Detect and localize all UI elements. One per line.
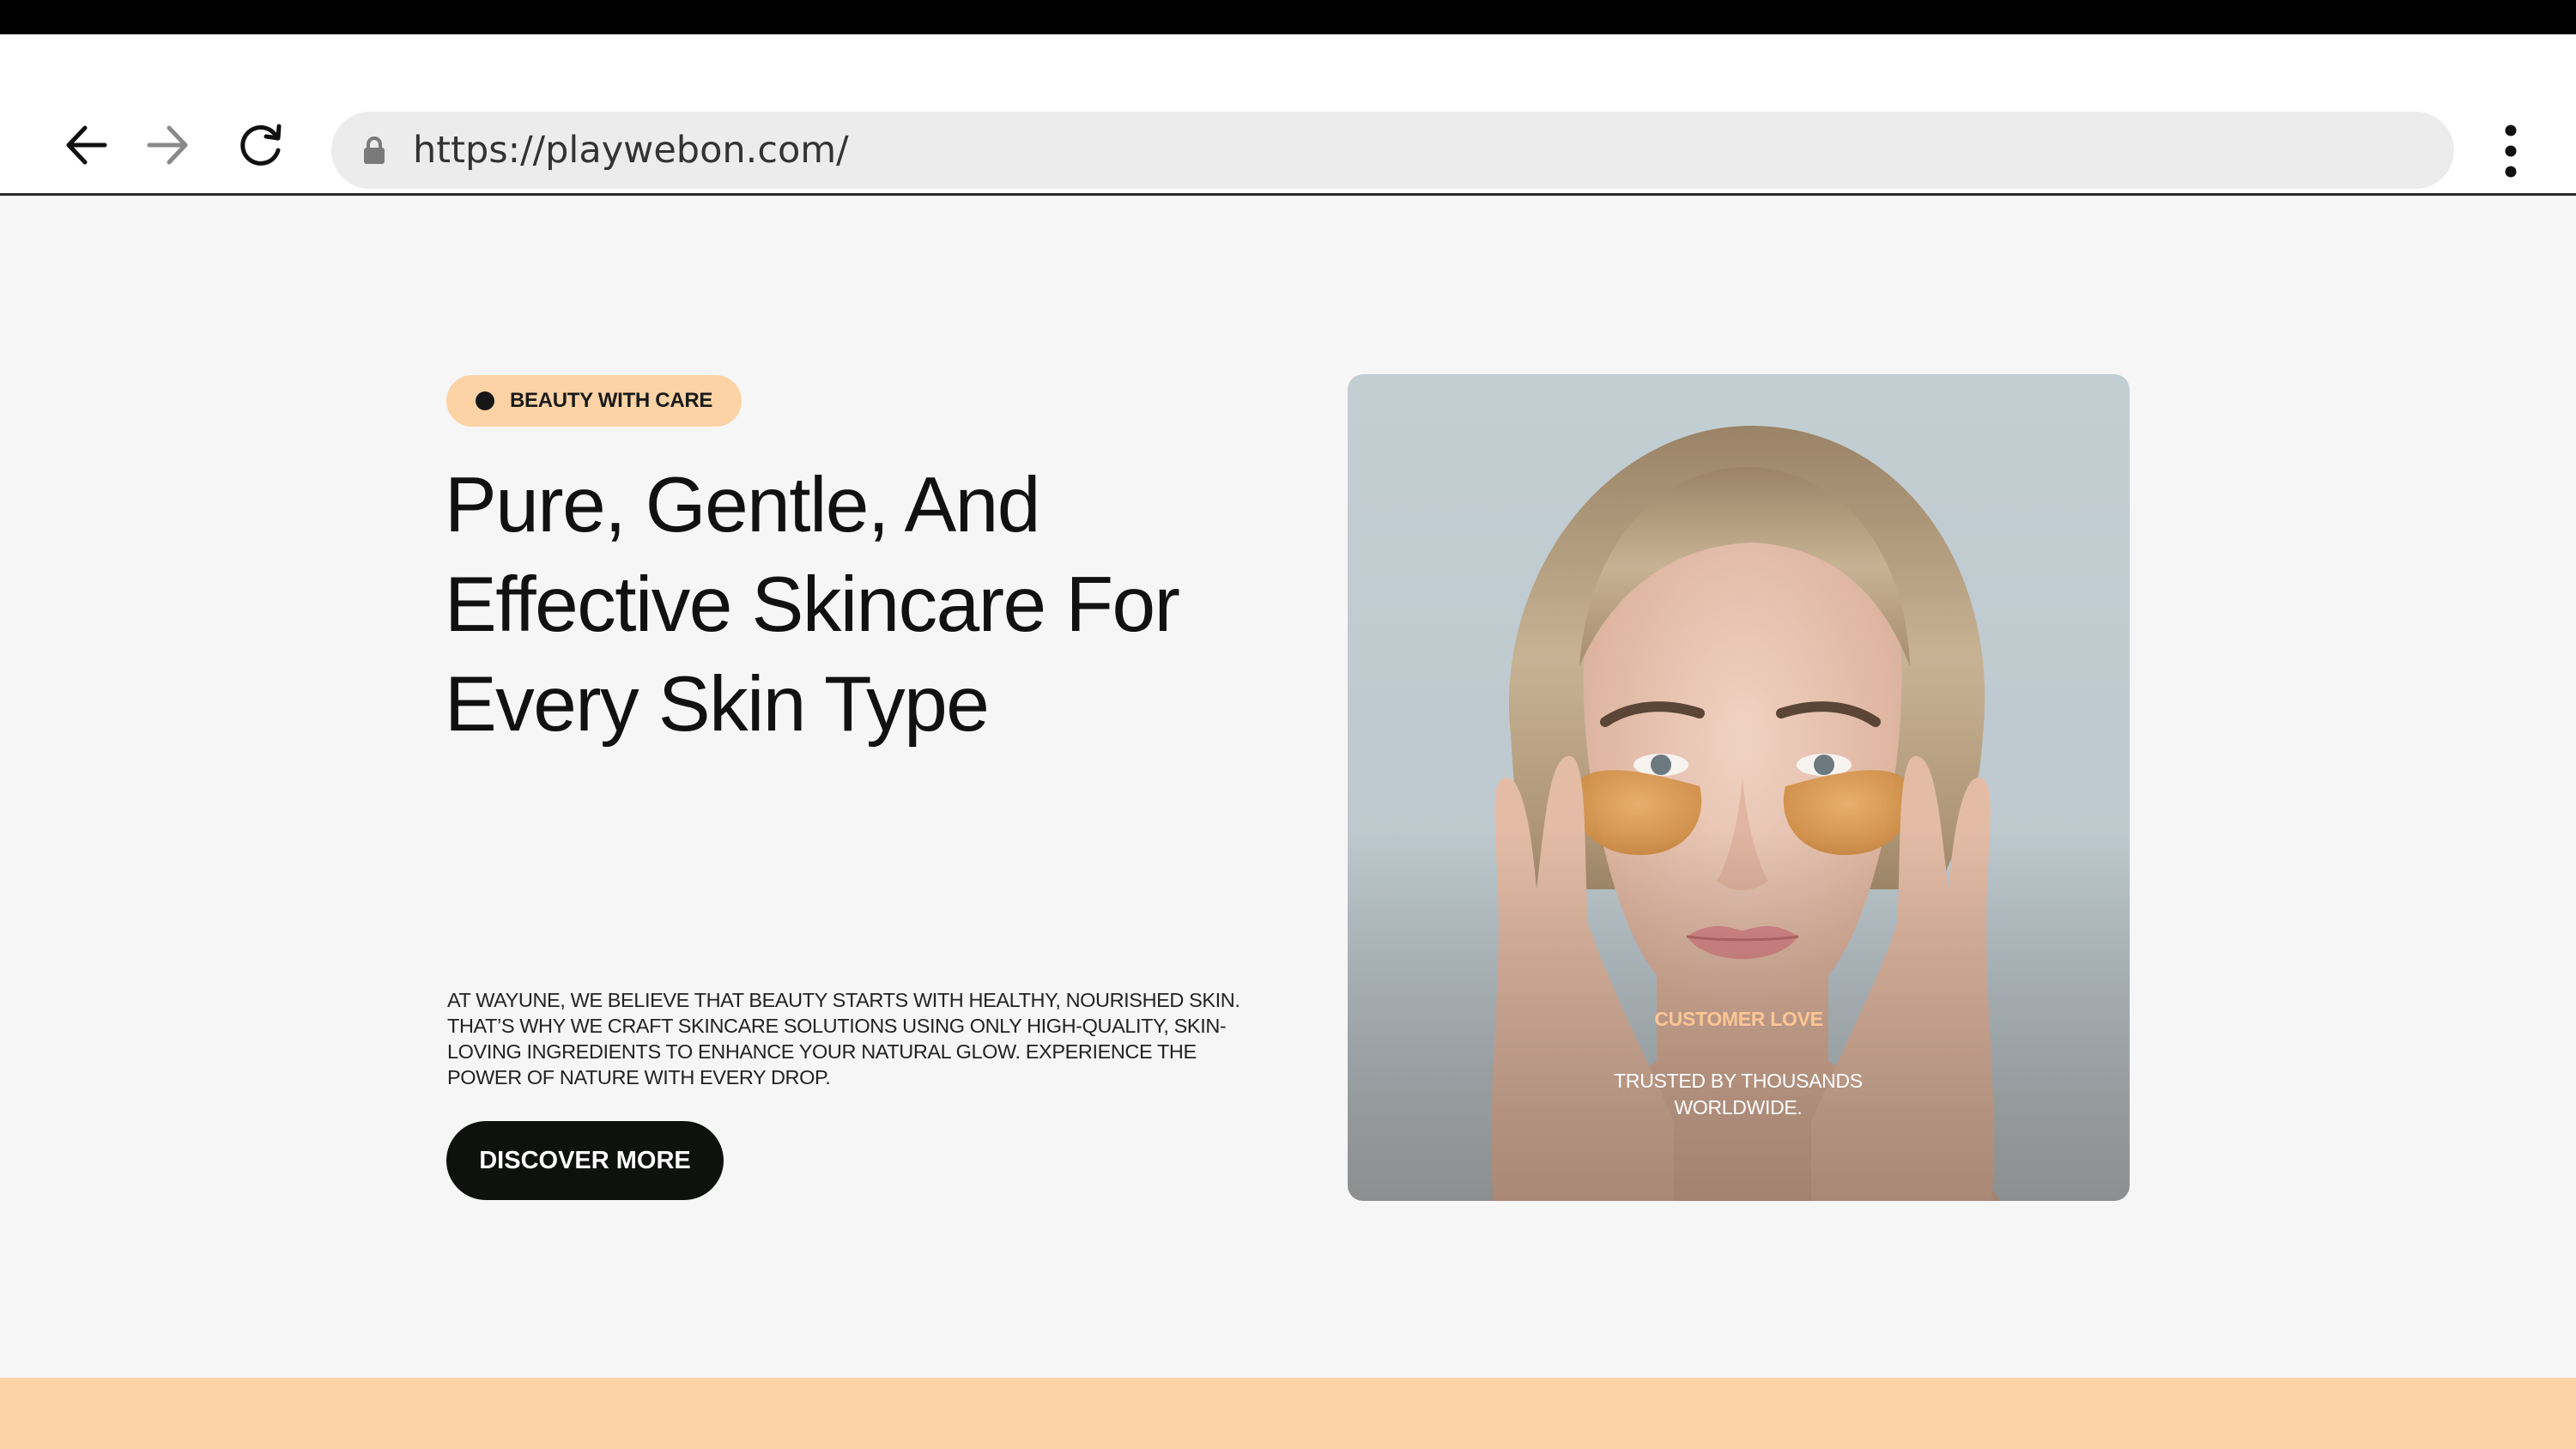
address-bar[interactable]: https://playwebon.com/	[331, 112, 2454, 189]
arrow-right-icon	[147, 125, 188, 165]
lock-icon	[364, 136, 385, 164]
hero-description: AT WAYUNE, WE BELIEVE THAT BEAUTY STARTS…	[447, 987, 1246, 1090]
reload-icon	[240, 124, 282, 166]
description-line: POWER OF NATURE WITH EVERY DROP.	[447, 1066, 831, 1088]
page-content: BEAUTY WITH CARE Pure, Gentle, And Effec…	[0, 198, 2576, 1378]
back-button[interactable]	[56, 115, 116, 175]
hero-title-line: Pure, Gentle, And	[445, 462, 1040, 549]
badge-label: BEAUTY WITH CARE	[510, 389, 713, 412]
browser-menu-button[interactable]	[2489, 120, 2532, 182]
image-kicker: CUSTOMER LOVE	[1654, 1008, 1823, 1030]
reload-button[interactable]	[231, 115, 291, 175]
hero-title-line: Every Skin Type	[445, 661, 990, 748]
more-vertical-icon	[2505, 124, 2517, 178]
description-line: AT WAYUNE, WE BELIEVE THAT BEAUTY STARTS…	[447, 989, 1240, 1011]
next-section-band	[0, 1378, 2576, 1449]
hero-title-line: Effective Skincare For	[445, 561, 1180, 648]
image-caption: TRUSTED BY THOUSANDS WORLDWIDE.	[1567, 1068, 1910, 1121]
badge-dot-icon	[476, 391, 494, 410]
window-top-strip	[0, 0, 2576, 34]
forward-button[interactable]	[138, 115, 198, 175]
caption-line: WORLDWIDE.	[1674, 1096, 1803, 1119]
hero-badge: BEAUTY WITH CARE	[446, 375, 742, 427]
arrow-left-icon	[66, 125, 107, 165]
url-text[interactable]: https://playwebon.com/	[413, 112, 849, 189]
image-overlay: CUSTOMER LOVE TRUSTED BY THOUSANDS WORLD…	[1348, 374, 2130, 1201]
description-line: LOVING INGREDIENTS TO ENHANCE YOUR NATUR…	[447, 1040, 1197, 1063]
hero-image: CUSTOMER LOVE TRUSTED BY THOUSANDS WORLD…	[1348, 374, 2130, 1201]
browser-toolbar: https://playwebon.com/	[0, 34, 2576, 196]
description-line: THAT’S WHY WE CRAFT SKINCARE SOLUTIONS U…	[447, 1015, 1227, 1037]
hero-title: Pure, Gentle, And Effective Skincare For…	[445, 456, 1269, 755]
discover-more-button[interactable]: DISCOVER MORE	[446, 1121, 724, 1200]
caption-line: TRUSTED BY THOUSANDS	[1614, 1070, 1863, 1092]
